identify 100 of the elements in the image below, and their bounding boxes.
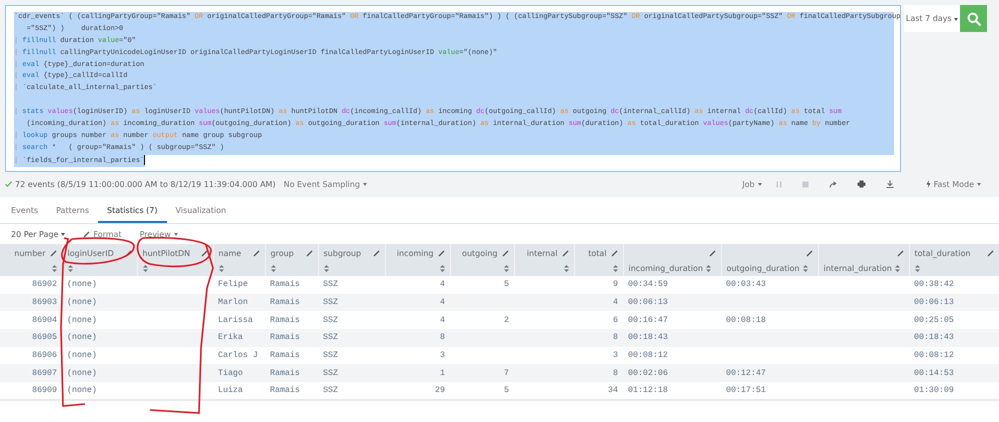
column-header[interactable]: group <box>265 244 318 276</box>
table-cell: 4 <box>613 298 618 308</box>
table-cell: Ramais <box>270 280 300 290</box>
pencil-icon[interactable] <box>438 250 444 256</box>
column-name: name <box>218 248 242 258</box>
table-cell: Luiza <box>218 386 243 395</box>
pencil-icon[interactable] <box>896 250 904 256</box>
table-cell: Carlos J <box>218 351 258 360</box>
table-cell: Tiago <box>218 368 243 378</box>
pencil-icon[interactable] <box>610 250 618 256</box>
sort-icon[interactable] <box>564 264 568 272</box>
table-cell: 8 <box>613 368 618 378</box>
pencil-icon[interactable] <box>252 250 260 256</box>
pencil-icon[interactable] <box>986 250 994 256</box>
pencil-icon[interactable] <box>124 250 132 256</box>
table-cell: Marlon <box>218 298 248 308</box>
column-header[interactable]: total <box>574 244 623 276</box>
table-cell: 8 <box>613 333 618 342</box>
search-icon <box>966 12 980 26</box>
sampling-dropdown[interactable]: No Event Sampling <box>284 180 367 188</box>
column-header[interactable]: outgoing <box>450 244 514 276</box>
sort-icon[interactable] <box>68 264 72 272</box>
results-tab[interactable]: Patterns <box>47 199 98 223</box>
table-cell: Ramais <box>270 351 300 360</box>
column-header[interactable]: huntPilotDN <box>137 244 213 276</box>
table-cell: 4 <box>440 298 445 308</box>
share-icon[interactable] <box>828 180 837 188</box>
table-cell: 9 <box>613 280 618 290</box>
pencil-icon[interactable] <box>708 250 716 256</box>
table-cell: Ramais <box>270 333 300 342</box>
results-tab[interactable]: Statistics (7) <box>98 199 166 223</box>
sort-icon[interactable] <box>706 264 711 272</box>
column-name: total <box>587 248 606 258</box>
sort-icon[interactable] <box>802 264 808 272</box>
pencil-icon[interactable] <box>502 250 508 256</box>
sort-icon[interactable] <box>218 264 224 272</box>
table-cell: 4 <box>440 316 445 325</box>
sort-icon[interactable] <box>270 264 276 272</box>
table-cell: SSZ <box>323 298 338 308</box>
pencil-icon[interactable] <box>50 250 56 256</box>
table-cell: Ramais <box>270 316 300 325</box>
table-cell: SSZ <box>323 386 338 395</box>
table-cell: SSZ <box>323 280 338 290</box>
per-page-dropdown[interactable]: 20 Per Page <box>11 230 66 238</box>
table-cell: 00:08:18 <box>726 316 766 325</box>
results-tab[interactable]: Events <box>2 199 48 223</box>
format-button[interactable]: Format <box>83 230 122 238</box>
table-cell: 00:38:42 <box>914 280 954 290</box>
sort-icon[interactable] <box>504 264 508 272</box>
table-cell: 86906 <box>32 351 57 360</box>
column-header[interactable]: internal_duration <box>818 244 909 276</box>
table-cell: Ramais <box>270 386 300 395</box>
pencil-icon[interactable] <box>806 250 812 256</box>
time-range-picker[interactable]: Last 7 days <box>904 5 960 32</box>
sort-icon[interactable] <box>142 264 148 272</box>
column-header[interactable]: number <box>0 244 62 276</box>
table-cell: 00:16:47 <box>628 316 668 325</box>
table-cell: 00:14:53 <box>914 368 954 378</box>
column-name: incoming_duration <box>628 264 703 272</box>
sort-icon[interactable] <box>914 264 920 272</box>
table-cell: 00:18:43 <box>628 333 668 342</box>
results-tab[interactable]: Visualization <box>166 199 236 223</box>
column-header[interactable]: total_duration <box>909 244 999 276</box>
table-cell: 00:25:05 <box>914 316 954 325</box>
table-cell: (none) <box>67 298 97 308</box>
column-header[interactable]: loginUserID <box>62 244 137 276</box>
table-cell: 29 <box>435 386 445 395</box>
column-header[interactable]: subgroup <box>318 244 385 276</box>
table-cell: 2 <box>504 316 509 325</box>
table-cell: SSZ <box>323 351 338 360</box>
job-dropdown[interactable]: Job <box>742 180 762 188</box>
table-cell: 7 <box>504 368 509 378</box>
sort-icon[interactable] <box>612 264 618 272</box>
pencil-icon[interactable] <box>562 250 568 256</box>
pencil-icon[interactable] <box>372 250 380 256</box>
search-mode-dropdown[interactable]: Fast Mode <box>926 180 981 188</box>
table-cell: SSZ <box>323 333 338 342</box>
print-icon[interactable] <box>856 180 866 188</box>
preview-dropdown[interactable]: Preview <box>140 230 178 238</box>
table-cell: 01:30:09 <box>914 386 954 395</box>
column-header[interactable]: outgoing_duration <box>721 244 818 276</box>
column-header[interactable]: incoming_duration <box>623 244 721 276</box>
sort-icon[interactable] <box>440 264 444 272</box>
table-cell: 00:34:59 <box>628 280 668 290</box>
table-cell: (none) <box>67 351 97 360</box>
column-header[interactable]: incoming <box>385 244 450 276</box>
table-cell: 3 <box>613 351 618 360</box>
sort-icon[interactable] <box>52 264 56 272</box>
table-cell: (none) <box>67 386 97 395</box>
table-cell: Larissa <box>218 316 253 325</box>
column-header[interactable]: name <box>213 244 265 276</box>
pencil-icon[interactable] <box>200 250 208 256</box>
column-name: total_duration <box>914 248 972 258</box>
column-header[interactable]: internal <box>514 244 574 276</box>
sort-icon[interactable] <box>324 264 328 272</box>
sort-icon[interactable] <box>894 264 900 272</box>
column-name: internal_duration <box>824 264 892 272</box>
download-icon[interactable] <box>886 180 894 188</box>
table-cell: 00:08:12 <box>914 351 954 360</box>
pencil-icon[interactable] <box>306 250 312 256</box>
